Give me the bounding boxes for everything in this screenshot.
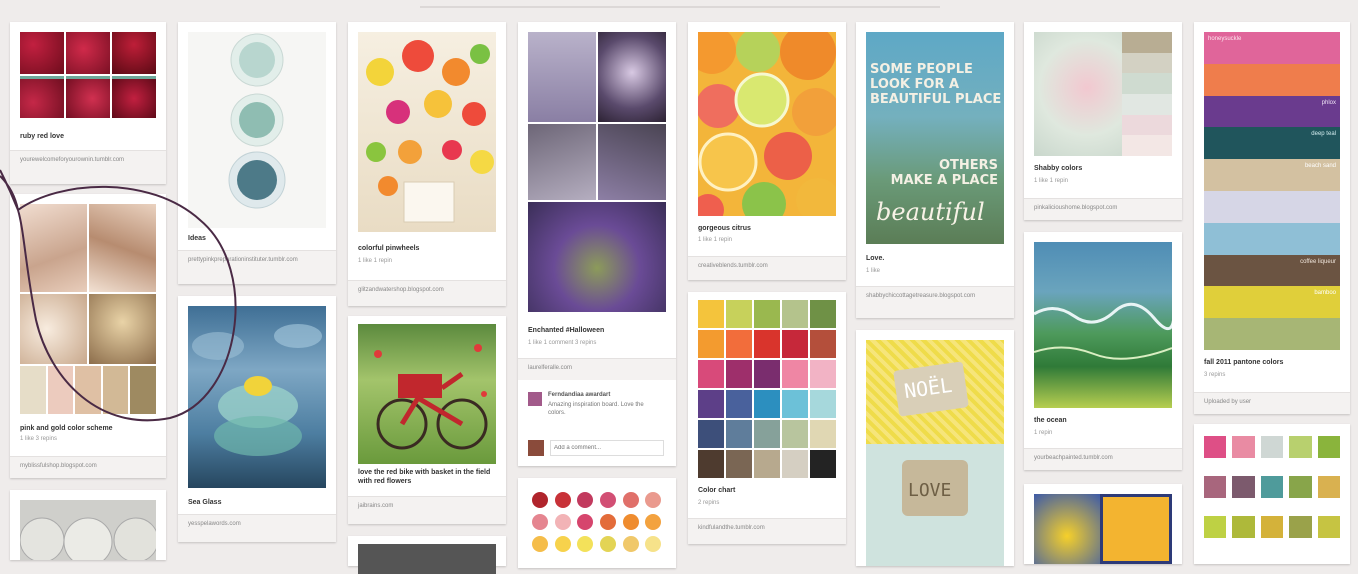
palette-label: bamboo — [1204, 286, 1340, 319]
pin-image[interactable]: honeysuckle phlox deep teal beach sand c… — [1204, 32, 1340, 350]
pin-stats: 1 like 1 repin — [358, 258, 393, 264]
pin-source[interactable]: myblissfulshop.blogspot.com — [10, 456, 166, 478]
comment-text: Amazing inspiration board. Love the colo… — [548, 402, 644, 416]
palette-label: beach sand — [1204, 159, 1340, 191]
user-avatar — [528, 440, 544, 456]
pin-source[interactable]: yourbeachpainted.tumblr.com — [1024, 448, 1182, 470]
pin-glitter[interactable]: Ideas prettypinkpreparationinstituter.tu… — [178, 22, 336, 284]
pin-source[interactable]: glitzandwatershop.blogspot.com — [348, 280, 506, 306]
pin-source[interactable]: kindfulandthe.tumblr.com — [688, 518, 846, 544]
pin-noel[interactable]: NOËL LOVE — [856, 330, 1014, 566]
pin-citrus[interactable]: gorgeous citrus 1 like 1 repin creativeb… — [688, 22, 846, 280]
pin-ruby[interactable]: ruby red love yourewelcomeforyourownin.t… — [10, 22, 166, 184]
pin-image[interactable] — [528, 488, 666, 568]
comment-input[interactable] — [550, 440, 664, 456]
pin-swatches[interactable] — [1194, 424, 1350, 564]
pin-image[interactable] — [20, 500, 156, 560]
pin-image[interactable] — [20, 32, 156, 118]
pin-image[interactable] — [528, 32, 666, 314]
pin-stats: 1 like — [866, 268, 881, 274]
pin-stats: 1 like 1 comment 3 repins — [528, 340, 597, 346]
pin-title: Enchanted #Halloween — [528, 327, 605, 334]
pin-ocean[interactable]: the ocean 1 repin yourbeachpainted.tumbl… — [1024, 232, 1182, 470]
pin-title: colorful pinwheels — [358, 245, 420, 252]
pin-stats: 1 like 1 repin — [698, 237, 733, 243]
pin-halloween[interactable]: Enchanted #Halloween 1 like 1 comment 3 … — [518, 22, 676, 466]
pin-title: the ocean — [1034, 417, 1067, 424]
pin-title: Shabby colors — [1034, 165, 1083, 172]
pin-image[interactable] — [698, 300, 836, 478]
pin-source[interactable]: yourewelcomeforyourownin.tumblr.com — [10, 150, 166, 184]
palette-label: deep teal — [1204, 127, 1340, 160]
pin-bicycle[interactable]: love the red bike with basket in the fie… — [348, 316, 506, 524]
pin-shabby[interactable]: Shabby colors 1 like 1 repin pinkaliciou… — [1024, 22, 1182, 220]
pin-image[interactable] — [188, 32, 326, 228]
pin-source[interactable]: shabbychiccottagetreasure.blogspot.com — [856, 286, 1014, 318]
pin-quote[interactable]: SOME PEOPLE LOOK FOR A BEAUTIFUL PLACE O… — [856, 22, 1014, 318]
pin-source[interactable]: Uploaded by user — [1194, 392, 1350, 414]
quote-line-3: BEAUTIFUL PLACE — [870, 92, 1002, 107]
pin-source[interactable]: laurelferalle.com — [518, 358, 676, 380]
pin-pink-gold[interactable]: pink and gold color scheme 1 like 3 repi… — [10, 194, 166, 478]
pin-image[interactable] — [1034, 242, 1172, 408]
pin-image[interactable] — [358, 324, 496, 464]
pin-stats: 1 like 3 repins — [20, 436, 58, 442]
pin-image[interactable] — [1204, 436, 1340, 564]
pin-source[interactable]: yesspelawords.com — [178, 514, 336, 542]
pin-dots[interactable] — [518, 478, 676, 568]
pin-bottom-col3[interactable] — [348, 536, 506, 574]
love-text: LOVE — [908, 480, 952, 501]
pin-title: love the red bike with basket in the fie… — [358, 469, 491, 485]
pin-source[interactable]: jaibrains.com — [348, 496, 506, 524]
pin-title: Ideas — [188, 235, 206, 242]
commenter-name[interactable]: Ferndandiaa awardart — [548, 392, 610, 398]
pin-title: Love. — [866, 255, 885, 262]
pin-title: gorgeous citrus — [698, 225, 751, 232]
pin-sea-glass[interactable]: Sea Glass yesspelawords.com — [178, 296, 336, 542]
quote-script: beautiful — [876, 198, 985, 226]
pin-source[interactable]: prettypinkpreparationinstituter.tumblr.c… — [178, 250, 336, 284]
palette-label: phlox — [1204, 95, 1340, 128]
quote-line-5: MAKE A PLACE — [890, 173, 998, 188]
pin-image[interactable] — [358, 32, 496, 232]
pin-image[interactable] — [20, 204, 156, 414]
pin-color-chart[interactable]: Color chart 2 repins kindfulandthe.tumbl… — [688, 292, 846, 544]
pin-pantone[interactable]: honeysuckle phlox deep teal beach sand c… — [1194, 22, 1350, 414]
comment-avatar — [528, 392, 542, 406]
palette-label: coffee liqueur — [1204, 254, 1340, 287]
pin-pompoms[interactable]: colorful pinwheels 1 like 1 repin glitza… — [348, 22, 506, 306]
pin-source[interactable]: pinkalicioushome.blogspot.com — [1024, 198, 1182, 220]
pin-title: fall 2011 pantone colors — [1204, 359, 1284, 366]
pin-image[interactable]: NOËL LOVE — [866, 340, 1004, 566]
pin-stats: 1 like 1 repin — [1034, 178, 1069, 184]
pin-stats: 1 repin — [1034, 430, 1053, 436]
pin-image[interactable] — [188, 306, 326, 488]
pin-title: Sea Glass — [188, 499, 222, 506]
pin-image[interactable]: SOME PEOPLE LOOK FOR A BEAUTIFUL PLACE O… — [866, 32, 1004, 244]
pin-image[interactable] — [1034, 494, 1172, 564]
quote-line-1: SOME PEOPLE — [870, 62, 973, 77]
pin-title: pink and gold color scheme — [20, 425, 113, 432]
pin-title: ruby red love — [20, 133, 64, 140]
pin-image[interactable] — [1034, 32, 1172, 156]
pin-stats: 3 repins — [1204, 372, 1226, 378]
quote-line-2: LOOK FOR A — [870, 77, 960, 92]
pin-yellow[interactable] — [1024, 484, 1182, 564]
pin-image — [358, 544, 496, 574]
top-divider — [420, 6, 940, 8]
pin-title: Color chart — [698, 487, 736, 494]
pin-image[interactable] — [698, 32, 836, 216]
pin-source[interactable]: creativeblends.tumblr.com — [688, 256, 846, 280]
palette-label: honeysuckle — [1204, 32, 1340, 64]
quote-line-4: OTHERS — [938, 158, 998, 173]
pin-stats: 2 repins — [698, 500, 720, 506]
